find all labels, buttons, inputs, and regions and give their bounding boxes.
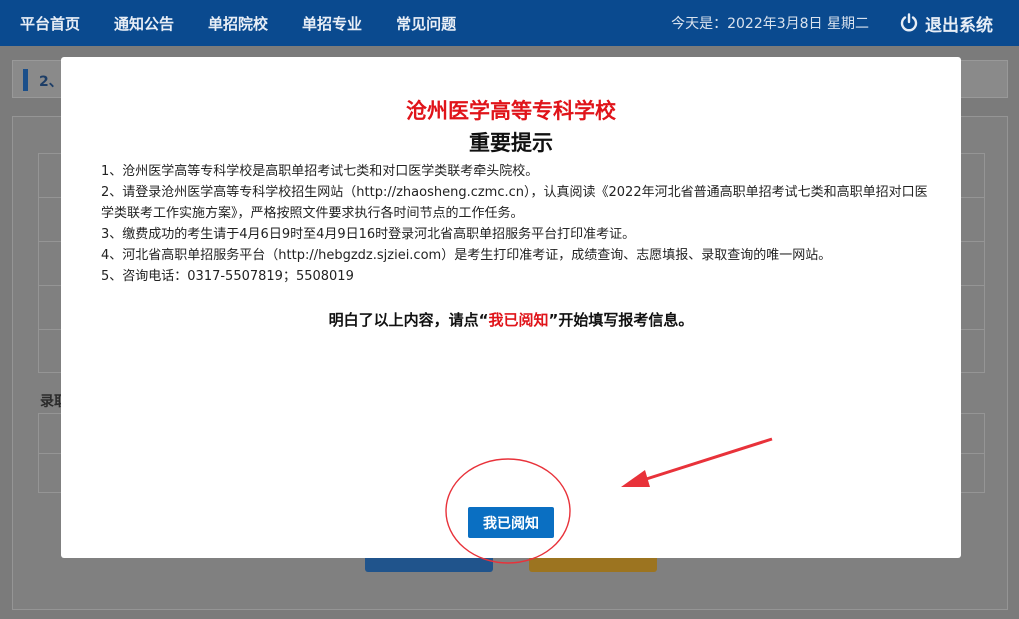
- nav-faq[interactable]: 常见问题: [396, 13, 456, 34]
- nav-right: 今天是：2022年3月8日 星期二 退出系统: [671, 11, 1019, 36]
- logout-button[interactable]: 退出系统: [899, 11, 993, 36]
- step-marker: [23, 69, 28, 91]
- step-label: 2、: [39, 74, 63, 90]
- notice-modal: 沧州医学高等专科学校 重要提示 1、沧州医学高等专科学校是高职单招考试七类和对口…: [61, 57, 961, 558]
- school-title: 沧州医学高等专科学校: [406, 99, 616, 123]
- top-nav: 平台首页 通知公告 单招院校 单招专业 常见问题 今天是：2022年3月8日 星…: [0, 0, 1019, 46]
- confirm-instruction: 明白了以上内容，请点“我已阅知”开始填写报考信息。: [61, 309, 961, 330]
- logout-label: 退出系统: [925, 15, 993, 36]
- acknowledge-button[interactable]: 我已阅知: [468, 507, 554, 538]
- notice-item: 3、缴费成功的考生请于4月6日9时至4月9日16时登录河北省高职单招服务平台打印…: [101, 227, 636, 242]
- confirm-highlight: 我已阅知: [488, 311, 549, 329]
- power-icon: [900, 13, 918, 32]
- nav-schools[interactable]: 单招院校: [208, 13, 268, 34]
- notice-list: 1、沧州医学高等专科学校是高职单招考试七类和对口医学类联考牵头院校。 2、请登录…: [101, 161, 931, 287]
- confirm-suffix: ”开始填写报考信息。: [548, 311, 694, 329]
- notice-item: 1、沧州医学高等专科学校是高职单招考试七类和对口医学类联考牵头院校。: [101, 164, 539, 179]
- nav-majors[interactable]: 单招专业: [302, 13, 362, 34]
- nav-home[interactable]: 平台首页: [20, 13, 80, 34]
- notice-heading: 重要提示: [469, 131, 553, 155]
- nav-notices[interactable]: 通知公告: [114, 13, 174, 34]
- notice-item: 4、河北省高职单招服务平台（http://hebgzdz.sjziei.com）…: [101, 248, 832, 263]
- date-display: 今天是：2022年3月8日 星期二: [671, 16, 869, 32]
- confirm-prefix: 明白了以上内容，请点“: [328, 311, 489, 329]
- notice-item: 2、请登录沧州医学高等专科学校招生网站（http://zhaosheng.czm…: [101, 185, 928, 221]
- notice-item: 5、咨询电话：0317-5507819；5508019: [101, 269, 354, 284]
